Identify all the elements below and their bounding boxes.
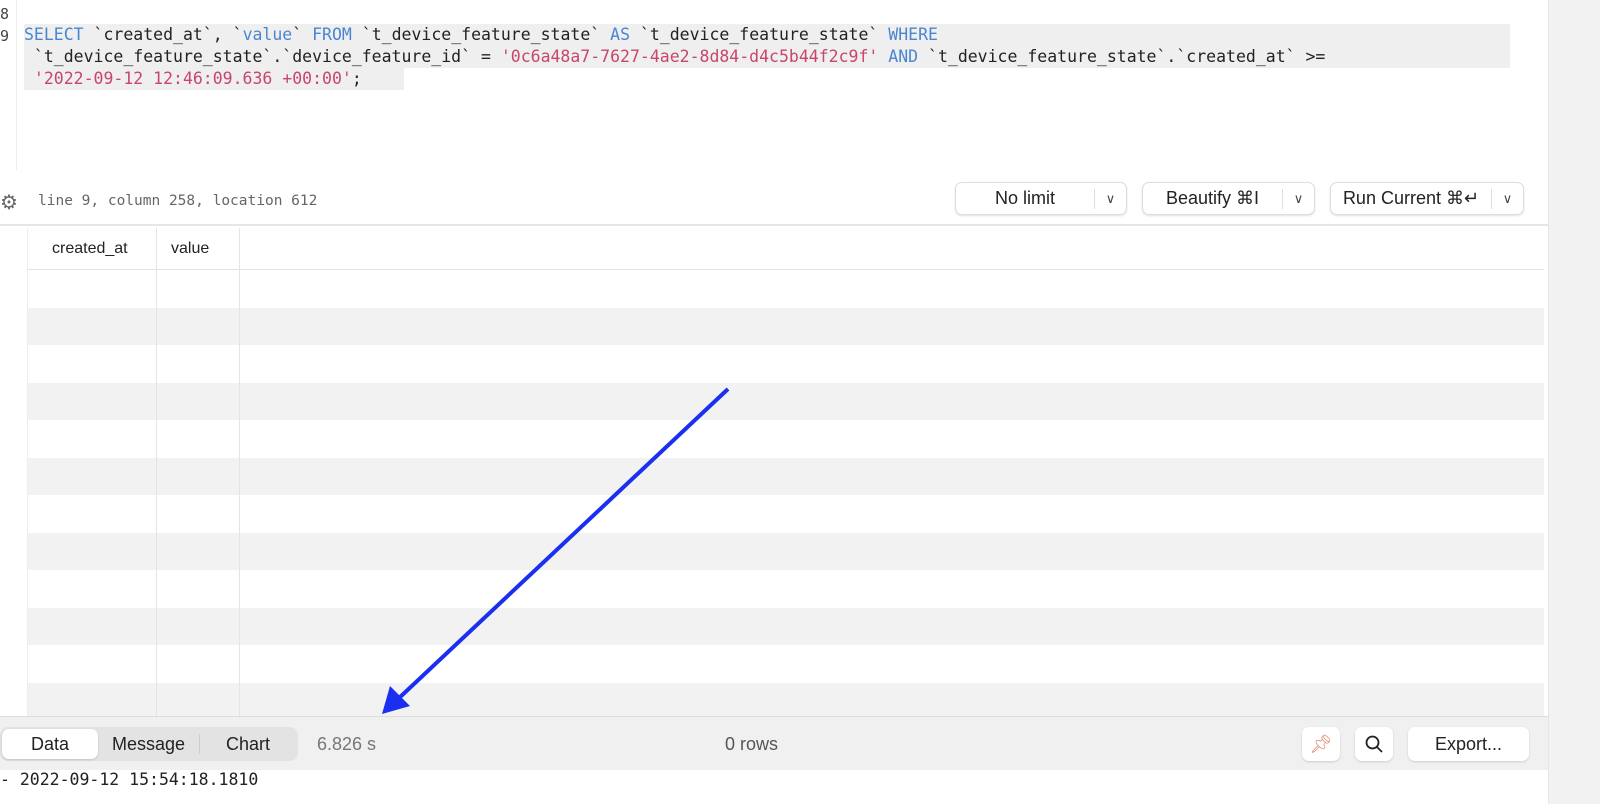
gutter-divider <box>16 0 17 170</box>
code-line: '2022-09-12 12:46:09.636 +00:00'; <box>24 68 404 90</box>
tab-chart[interactable]: Chart <box>200 729 296 759</box>
empty-grid-row <box>28 570 1544 608</box>
tab-data[interactable]: Data <box>2 729 98 759</box>
export-button[interactable]: Export... <box>1408 727 1529 761</box>
empty-grid-row <box>28 345 1544 383</box>
elapsed-time: 6.826 s <box>317 734 377 754</box>
column-header-value[interactable]: value <box>171 240 209 258</box>
column-header-created-at[interactable]: created_at <box>52 240 128 258</box>
limit-dropdown[interactable]: No limit ∨ <box>955 182 1127 215</box>
empty-grid-row <box>28 270 1544 308</box>
empty-grid-row <box>28 607 1544 645</box>
code-line: SELECT `created_at`, `value` FROM `t_dev… <box>24 24 1510 46</box>
beautify-button[interactable]: Beautify ⌘I ∨ <box>1142 182 1315 215</box>
chevron-down-icon[interactable]: ∨ <box>1094 188 1126 209</box>
row-count: 0 rows <box>725 734 779 754</box>
chevron-down-icon[interactable]: ∨ <box>1491 188 1523 209</box>
limit-label: No limit <box>994 188 1055 208</box>
row-header-strip <box>0 228 28 716</box>
line-number: 9 <box>0 27 10 45</box>
results-footer: Data Message Chart 6.826 s 0 rows 📌︎ Exp… <box>0 716 1548 770</box>
line-number: 8 <box>0 5 10 23</box>
empty-grid-row <box>28 645 1544 683</box>
empty-grid-row <box>28 682 1544 716</box>
grid-header: created_at value <box>28 228 1544 270</box>
log-line: - 2022-09-12 15:54:18.1810 <box>0 770 259 789</box>
run-current-button[interactable]: Run Current ⌘↵ ∨ <box>1330 182 1524 215</box>
column-divider <box>239 228 240 716</box>
results-grid[interactable]: created_at value <box>0 228 1548 716</box>
empty-grid-row <box>28 307 1544 345</box>
tab-message[interactable]: Message <box>98 734 200 754</box>
empty-grid-row <box>28 495 1544 533</box>
run-label: Run Current ⌘↵ <box>1342 188 1480 208</box>
editor-status-bar: ⚙ line 9, column 258, location 612 No li… <box>0 180 1548 226</box>
result-tabs: Data Message Chart <box>0 727 298 761</box>
pin-icon[interactable]: 📌︎ <box>1302 727 1340 761</box>
cursor-position: line 9, column 258, location 612 <box>38 193 318 209</box>
gear-icon[interactable]: ⚙ <box>0 190 18 215</box>
scrollbar-track[interactable] <box>1548 0 1600 804</box>
empty-grid-row <box>28 382 1544 420</box>
empty-grid-row <box>28 532 1544 570</box>
empty-grid-row <box>28 420 1544 458</box>
code-line: `t_device_feature_state`.`device_feature… <box>24 46 1510 68</box>
search-icon[interactable] <box>1355 727 1393 761</box>
column-divider <box>156 228 157 716</box>
sql-editor[interactable]: 8 9 SELECT `created_at`, `value` FROM `t… <box>0 0 1548 172</box>
beautify-label: Beautify ⌘I <box>1165 188 1260 208</box>
chevron-down-icon[interactable]: ∨ <box>1282 188 1314 209</box>
empty-grid-row <box>28 457 1544 495</box>
